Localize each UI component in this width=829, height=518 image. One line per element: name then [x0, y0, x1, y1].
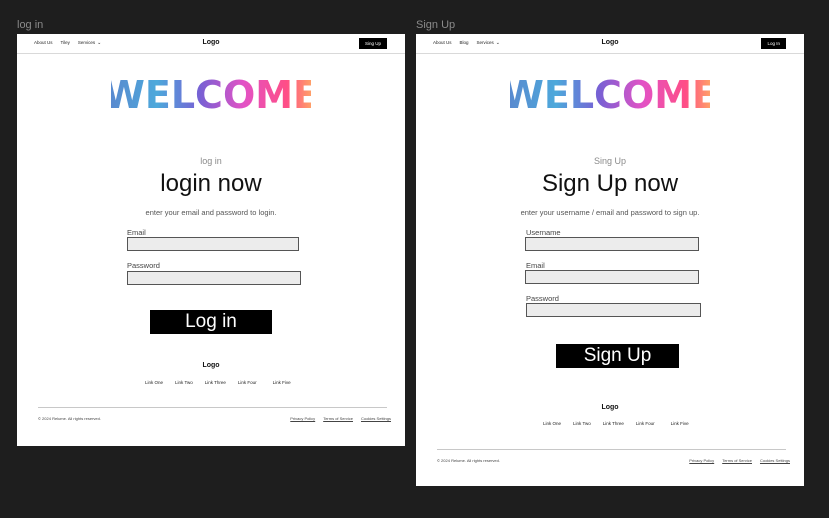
password-field[interactable] [526, 303, 701, 317]
footer-link-five[interactable]: Link Five [671, 421, 689, 426]
signup-button[interactable]: Sign Up [556, 344, 679, 368]
page-description: enter your username / email and password… [520, 208, 700, 217]
welcome-art: WELCOME [510, 73, 710, 117]
nav-logo[interactable]: Logo [416, 39, 804, 46]
signup-frame: About Us Blog Services ⌄ Logo Log In WELC… [416, 34, 804, 486]
nav-signup-button[interactable]: Sing Up [358, 38, 387, 49]
email-label: Email [127, 228, 146, 237]
footer-logo[interactable]: Logo [17, 362, 405, 369]
footer-link-three[interactable]: Link Three [603, 421, 624, 426]
cookies-settings-link[interactable]: Cookies Settings [361, 416, 391, 421]
page-title: login now [160, 170, 262, 197]
footer-divider [38, 407, 387, 408]
navbar: About Us Blog Services ⌄ Logo Log In [416, 34, 804, 54]
password-field[interactable] [127, 271, 301, 285]
page-title: Sign Up now [541, 170, 679, 197]
footer-link-three[interactable]: Link Three [205, 380, 226, 385]
password-label: Password [127, 261, 160, 270]
footer-link-five[interactable]: Link Five [273, 380, 291, 385]
cookies-settings-link[interactable]: Cookies Settings [760, 458, 790, 463]
terms-link[interactable]: Terms of Service [323, 416, 353, 421]
welcome-graphic: WELCOME [17, 70, 405, 120]
privacy-policy-link[interactable]: Privacy Policy [689, 458, 714, 463]
username-label: Username [526, 228, 561, 237]
login-frame: About Us Tiley Services ⌄ Logo Sing Up WE… [17, 34, 405, 446]
email-label: Email [526, 261, 545, 270]
legal-links: Privacy Policy Terms of Service Cookies … [689, 458, 790, 463]
footer-link-four[interactable]: Link Four [238, 380, 257, 385]
email-field[interactable] [525, 270, 699, 284]
footer-link-four[interactable]: Link Four [636, 421, 655, 426]
footer-links: Link One Link Two Link Three Link Four L… [145, 380, 291, 385]
password-label: Password [526, 294, 559, 303]
footer-divider [437, 449, 786, 450]
login-button[interactable]: Log in [150, 310, 272, 334]
footer-link-one[interactable]: Link One [145, 380, 163, 385]
footer-link-two[interactable]: Link Two [175, 380, 193, 385]
footer-links: Link One Link Two Link Three Link Four L… [543, 421, 689, 426]
page-description: enter your email and password to login. [145, 208, 277, 217]
welcome-text: WELCOME [510, 73, 710, 117]
navbar: About Us Tiley Services ⌄ Logo Sing Up [17, 34, 405, 54]
page-subtitle: log in [200, 156, 222, 166]
welcome-text: WELCOME [111, 73, 311, 117]
email-field[interactable] [127, 237, 299, 251]
legal-links: Privacy Policy Terms of Service Cookies … [290, 416, 391, 421]
frame-label-signup: Sign Up [416, 19, 456, 31]
privacy-policy-link[interactable]: Privacy Policy [290, 416, 315, 421]
footer-logo[interactable]: Logo [416, 404, 804, 411]
footer-link-two[interactable]: Link Two [573, 421, 591, 426]
nav-logo[interactable]: Logo [17, 39, 405, 46]
copyright: © 2024 Relume. All rights reserved. [38, 416, 101, 421]
welcome-art: WELCOME [111, 73, 311, 117]
username-field[interactable] [525, 237, 699, 251]
terms-link[interactable]: Terms of Service [722, 458, 752, 463]
nav-login-button[interactable]: Log In [761, 38, 786, 49]
welcome-graphic: WELCOME [416, 70, 804, 120]
footer-link-one[interactable]: Link One [543, 421, 561, 426]
copyright: © 2024 Relume. All rights reserved. [437, 458, 500, 463]
frame-label-login: log in [17, 19, 44, 31]
page-subtitle: Sing Up [593, 156, 627, 166]
